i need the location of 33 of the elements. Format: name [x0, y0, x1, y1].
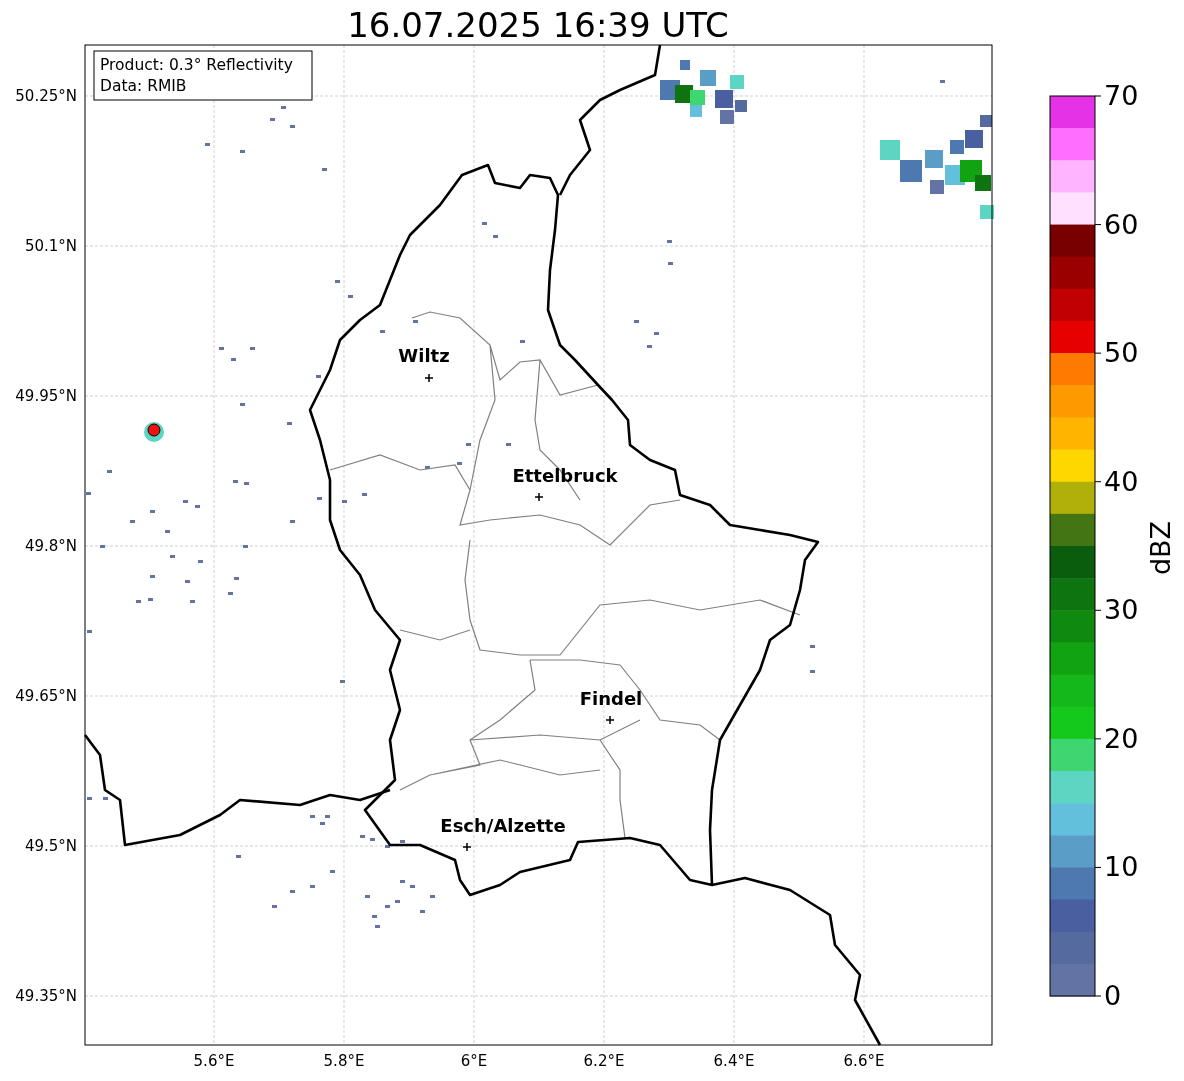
colorbar-tick-label: 0 — [1104, 980, 1122, 1011]
colorbar-tick-label: 50 — [1104, 337, 1139, 369]
city-marker-icon — [424, 373, 434, 383]
latitude-tick-label: 50.1°N — [24, 237, 77, 255]
colorbar-tick-label: 10 — [1104, 851, 1139, 883]
city-marker-icon — [534, 492, 544, 502]
city-label: Findel — [579, 688, 643, 709]
longitude-tick-label: 6.6°E — [843, 1052, 885, 1070]
longitude-tick-label: 5.6°E — [193, 1052, 235, 1070]
latitude-tick-label: 49.65°N — [15, 687, 77, 705]
city-label: Ettelbruck — [512, 465, 618, 486]
city-label: Esch/Alzette — [440, 815, 566, 836]
longitude-tick-label: 6.4°E — [713, 1052, 755, 1070]
longitude-tick-label: 6°E — [460, 1052, 488, 1070]
latitude-tick-label: 49.5°N — [24, 837, 77, 855]
longitude-tick-label: 6.2°E — [583, 1052, 625, 1070]
info-box: Product: 0.3° Reflectivity Data: RMIB — [93, 50, 313, 101]
radar-site-icon — [144, 422, 164, 442]
city-marker-icon — [462, 842, 472, 852]
latitude-tick-label: 49.8°N — [24, 537, 77, 555]
city-label: Wiltz — [398, 345, 450, 366]
colorbar-tick-label: 40 — [1104, 465, 1139, 497]
longitude-tick-label: 5.8°E — [323, 1052, 365, 1070]
latitude-tick-label: 49.95°N — [15, 387, 77, 405]
colorbar-tick-label: 70 — [1104, 80, 1139, 111]
city-marker-icon — [605, 715, 615, 725]
colorbar-tick-label: 20 — [1104, 722, 1139, 754]
colorbar-label: dBZ — [1145, 520, 1176, 576]
colorbar-tick-label: 60 — [1104, 208, 1139, 240]
colorbar-tick-label: 30 — [1104, 594, 1139, 626]
chart-title: 16.07.2025 16:39 UTC — [347, 5, 729, 45]
latitude-tick-label: 49.35°N — [15, 987, 77, 1005]
latitude-tick-label: 50.25°N — [15, 87, 77, 105]
